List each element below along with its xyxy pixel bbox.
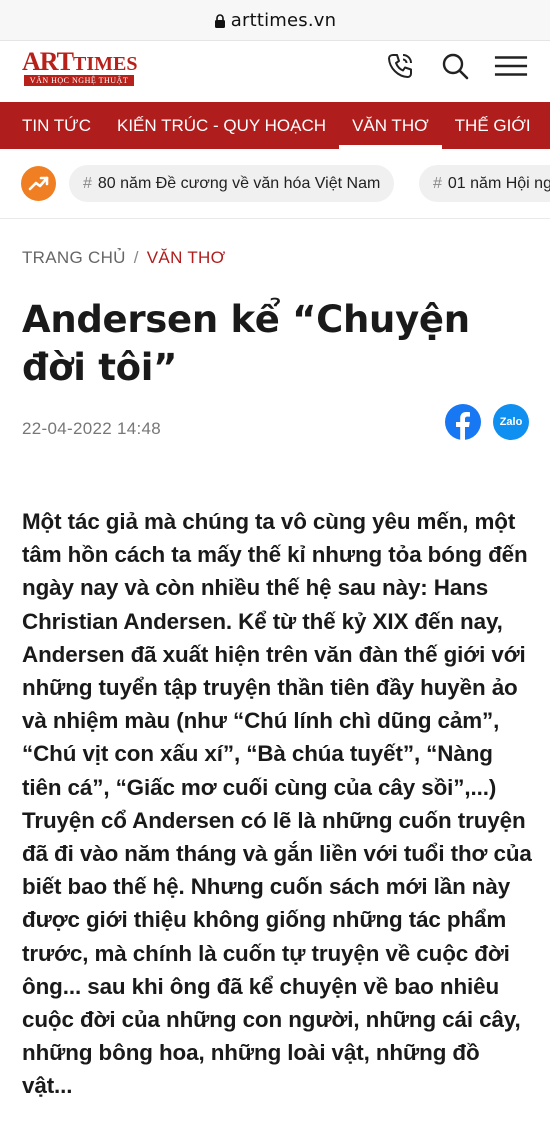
browser-url-bar[interactable]: arttimes.vn bbox=[0, 0, 550, 40]
article-lead: Một tác giả mà chúng ta vô cùng yêu mến,… bbox=[22, 509, 532, 1099]
main-nav: TIN TỨC KIẾN TRÚC - QUY HOẠCH VĂN THƠ TH… bbox=[0, 102, 550, 149]
facebook-icon bbox=[456, 412, 470, 440]
nav-item-the-gioi[interactable]: THẾ GIỚI bbox=[442, 102, 544, 149]
logo-text: ARTTIMES bbox=[22, 47, 138, 76]
menu-icon[interactable] bbox=[494, 49, 528, 83]
phone-icon[interactable] bbox=[383, 49, 417, 83]
hash-icon: # bbox=[83, 175, 92, 192]
site-logo[interactable]: ARTTIMES VĂN HỌC NGHỆ THUẬT bbox=[22, 49, 137, 89]
trending-tag[interactable]: #01 năm Hội ng bbox=[419, 165, 550, 202]
lock-icon bbox=[214, 14, 225, 28]
site-header: ARTTIMES VĂN HỌC NGHỆ THUẬT bbox=[0, 40, 550, 102]
hash-icon: # bbox=[433, 175, 442, 192]
zalo-share-button[interactable]: Zalo bbox=[493, 404, 529, 440]
nav-item-tin-tuc[interactable]: TIN TỨC bbox=[0, 102, 104, 149]
nav-item-more[interactable]: N bbox=[544, 102, 550, 149]
zalo-icon: Zalo bbox=[499, 416, 523, 428]
breadcrumb-home[interactable]: TRANG CHỦ bbox=[22, 248, 126, 267]
logo-tagline: VĂN HỌC NGHỆ THUẬT bbox=[24, 75, 134, 86]
trending-bar: #80 năm Đề cương về văn hóa Việt Nam #01… bbox=[0, 149, 550, 219]
facebook-share-button[interactable] bbox=[445, 404, 481, 440]
nav-item-van-tho[interactable]: VĂN THƠ bbox=[339, 102, 442, 149]
breadcrumb: TRANG CHỦ / VĂN THƠ bbox=[22, 248, 226, 268]
breadcrumb-separator: / bbox=[133, 248, 139, 267]
trending-icon bbox=[21, 166, 56, 201]
breadcrumb-category[interactable]: VĂN THƠ bbox=[147, 248, 226, 267]
trending-tag[interactable]: #80 năm Đề cương về văn hóa Việt Nam bbox=[69, 165, 395, 202]
article-title: Andersen kể “Chuyện đời tôi” bbox=[22, 298, 470, 389]
nav-item-kien-truc[interactable]: KIẾN TRÚC - QUY HOẠCH bbox=[104, 102, 339, 149]
article-date: 22-04-2022 14:48 bbox=[22, 419, 162, 438]
search-icon[interactable] bbox=[438, 49, 472, 83]
browser-url: arttimes.vn bbox=[230, 9, 337, 31]
